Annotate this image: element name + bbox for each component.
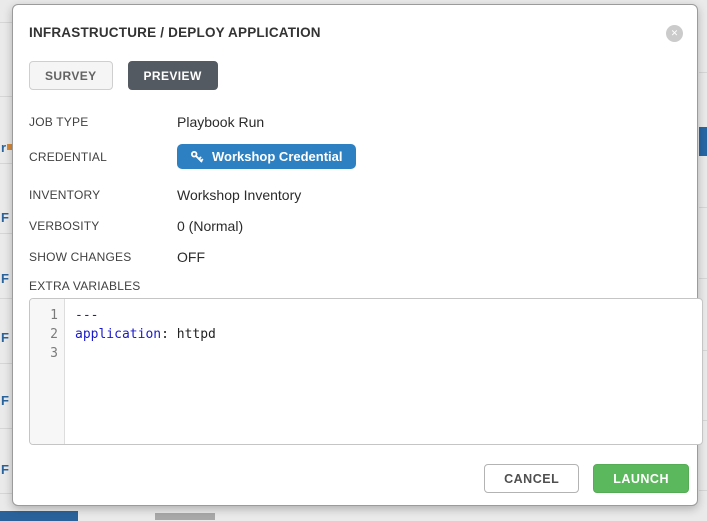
backdrop-text-fragment	[155, 513, 215, 520]
code-line: ---	[75, 306, 216, 325]
backdrop-row-line	[0, 493, 12, 494]
editor-code-area[interactable]: --- application: httpd	[65, 299, 216, 444]
field-inventory: INVENTORY Workshop Inventory	[29, 186, 689, 203]
backdrop-link-fragment: F	[1, 211, 12, 224]
tab-preview[interactable]: PREVIEW	[128, 61, 218, 90]
key-icon	[190, 150, 204, 164]
tab-preview-label: PREVIEW	[144, 69, 202, 83]
backdrop-link-fragment: F	[1, 463, 12, 476]
backdrop-row-line	[0, 163, 12, 164]
backdrop-row-line	[699, 490, 707, 491]
show-changes-label: SHOW CHANGES	[29, 250, 177, 264]
line-number: 3	[30, 344, 64, 363]
close-x-glyph: ✕	[671, 29, 679, 38]
verbosity-label: VERBOSITY	[29, 219, 177, 233]
yaml-doc-start-token: ---	[75, 308, 98, 323]
line-number: 1	[30, 306, 64, 325]
backdrop-row-line	[699, 72, 707, 73]
cancel-button[interactable]: CANCEL	[484, 464, 579, 493]
backdrop-link-fragment: F	[1, 394, 12, 407]
verbosity-value: 0 (Normal)	[177, 218, 243, 234]
field-show-changes: SHOW CHANGES OFF	[29, 248, 689, 265]
backdrop-link-fragment: F	[1, 331, 12, 344]
line-number: 2	[30, 325, 64, 344]
backdrop-row-line	[0, 363, 12, 364]
field-verbosity: VERBOSITY 0 (Normal)	[29, 217, 689, 234]
modal-tabs: SURVEY PREVIEW	[29, 61, 689, 90]
job-type-label: JOB TYPE	[29, 115, 177, 129]
backdrop-row-line	[0, 96, 12, 97]
editor-line-number-gutter: 1 2 3	[30, 299, 65, 444]
job-type-value: Playbook Run	[177, 114, 264, 130]
credential-badge[interactable]: Workshop Credential	[177, 144, 356, 169]
backdrop-row-line	[699, 207, 707, 208]
credential-badge-label: Workshop Credential	[212, 149, 343, 164]
backdrop-row-line	[0, 428, 12, 429]
modal-footer: CANCEL LAUNCH	[29, 464, 689, 493]
show-changes-value: OFF	[177, 249, 205, 265]
yaml-key-token: application	[75, 327, 161, 342]
deploy-application-modal: INFRASTRUCTURE / DEPLOY APPLICATION ✕ SU…	[12, 4, 698, 506]
backdrop-row-line	[699, 278, 707, 279]
tab-survey-label: SURVEY	[45, 69, 97, 83]
inventory-value: Workshop Inventory	[177, 187, 301, 203]
yaml-value-token: httpd	[177, 327, 216, 342]
extra-variables-label: EXTRA VARIABLES	[29, 279, 689, 293]
job-details: JOB TYPE Playbook Run CREDENTIAL Wor	[29, 113, 689, 493]
cancel-button-label: CANCEL	[504, 472, 559, 486]
yaml-colon-token: :	[161, 327, 177, 342]
launch-button[interactable]: LAUNCH	[593, 464, 689, 493]
tab-survey[interactable]: SURVEY	[29, 61, 113, 90]
close-icon[interactable]: ✕	[666, 25, 683, 42]
backdrop-text-fragment	[0, 511, 78, 521]
backdrop-link-fragment: F	[1, 272, 12, 285]
backdrop-blue-row-fragment	[699, 127, 707, 156]
field-credential: CREDENTIAL Workshop Credential	[29, 144, 689, 169]
backdrop-row-line	[0, 22, 12, 23]
extra-variables-editor[interactable]: 1 2 3 --- application: httpd	[29, 298, 703, 445]
field-job-type: JOB TYPE Playbook Run	[29, 113, 689, 130]
launch-button-label: LAUNCH	[613, 472, 669, 486]
code-line: application: httpd	[75, 325, 216, 344]
inventory-label: INVENTORY	[29, 188, 177, 202]
code-line	[75, 344, 216, 363]
backdrop-row-line	[0, 298, 12, 299]
credential-label: CREDENTIAL	[29, 150, 177, 164]
modal-title: INFRASTRUCTURE / DEPLOY APPLICATION	[29, 25, 689, 40]
backdrop-row-line	[0, 233, 12, 234]
